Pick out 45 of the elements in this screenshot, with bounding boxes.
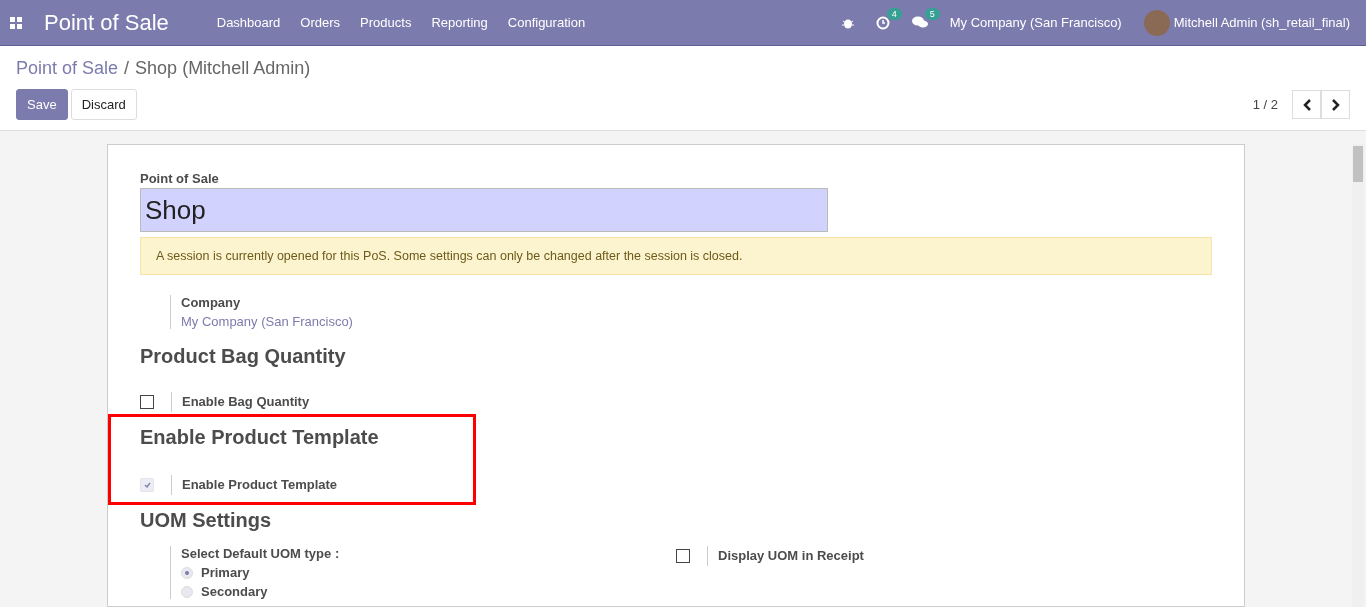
checkmark-icon bbox=[143, 482, 151, 488]
activity-count-badge: 4 bbox=[886, 7, 902, 20]
chevron-left-icon bbox=[1301, 98, 1312, 111]
field-label: Company bbox=[181, 295, 242, 310]
section-title: Product Bag Quantity bbox=[140, 345, 347, 368]
checkbox[interactable] bbox=[676, 549, 690, 563]
radio-label: Primary bbox=[201, 565, 250, 580]
menu-item[interactable]: Dashboard bbox=[206, 15, 291, 30]
discard-button[interactable]: Discard bbox=[70, 89, 137, 120]
save-button[interactable]: Save bbox=[16, 89, 68, 120]
menu-item[interactable]: Products bbox=[350, 15, 422, 30]
message-count-badge: 5 bbox=[924, 8, 940, 20]
section-title: Enable Product Template bbox=[140, 426, 380, 449]
avatar bbox=[1143, 9, 1170, 36]
setting-label: Display UOM in Receipt bbox=[707, 546, 864, 566]
menu-item[interactable]: Configuration bbox=[497, 15, 596, 30]
menu-item[interactable]: Reporting bbox=[421, 15, 498, 30]
breadcrumb-link[interactable]: Point of Sale bbox=[16, 58, 119, 79]
setting-label: Enable Product Template bbox=[171, 475, 338, 495]
field-label: Point of Sale bbox=[140, 171, 220, 186]
pager-value: 1 / 2 bbox=[1252, 97, 1278, 112]
next-button[interactable] bbox=[1321, 90, 1350, 119]
session-alert: A session is currently opened for this PoS. Some settings can only be changed after the session is closed. bbox=[140, 237, 1212, 275]
company-switcher[interactable]: My Company (San Francisco) bbox=[949, 15, 1122, 30]
scrollbar-thumb[interactable] bbox=[1353, 146, 1363, 182]
breadcrumb-current: Shop (Mitchell Admin) bbox=[135, 58, 311, 79]
clock-icon[interactable] bbox=[875, 15, 890, 30]
checkbox[interactable] bbox=[140, 395, 154, 409]
radio-button[interactable] bbox=[181, 566, 193, 579]
apps-grid-icon[interactable] bbox=[10, 16, 22, 29]
breadcrumb-separator: / bbox=[124, 58, 130, 79]
radio-button[interactable] bbox=[181, 585, 193, 598]
label-separator: : bbox=[334, 546, 340, 561]
company-link[interactable]: My Company (San Francisco) bbox=[181, 314, 1212, 329]
user-menu[interactable]: Mitchell Admin (sh_retail_final) bbox=[1173, 15, 1350, 30]
chat-icon[interactable] bbox=[911, 16, 928, 29]
menu-item[interactable]: Orders bbox=[290, 15, 351, 30]
radio-label: Secondary bbox=[201, 584, 268, 599]
chevron-right-icon bbox=[1330, 98, 1341, 111]
previous-button[interactable] bbox=[1292, 90, 1321, 119]
name-input[interactable]: Shop bbox=[140, 188, 828, 232]
app-title: Point of Sale bbox=[44, 9, 169, 36]
field-label: Select Default UOM type bbox=[181, 546, 332, 561]
section-title: UOM Settings bbox=[140, 509, 273, 532]
setting-label: Enable Bag Quantity bbox=[171, 392, 310, 412]
